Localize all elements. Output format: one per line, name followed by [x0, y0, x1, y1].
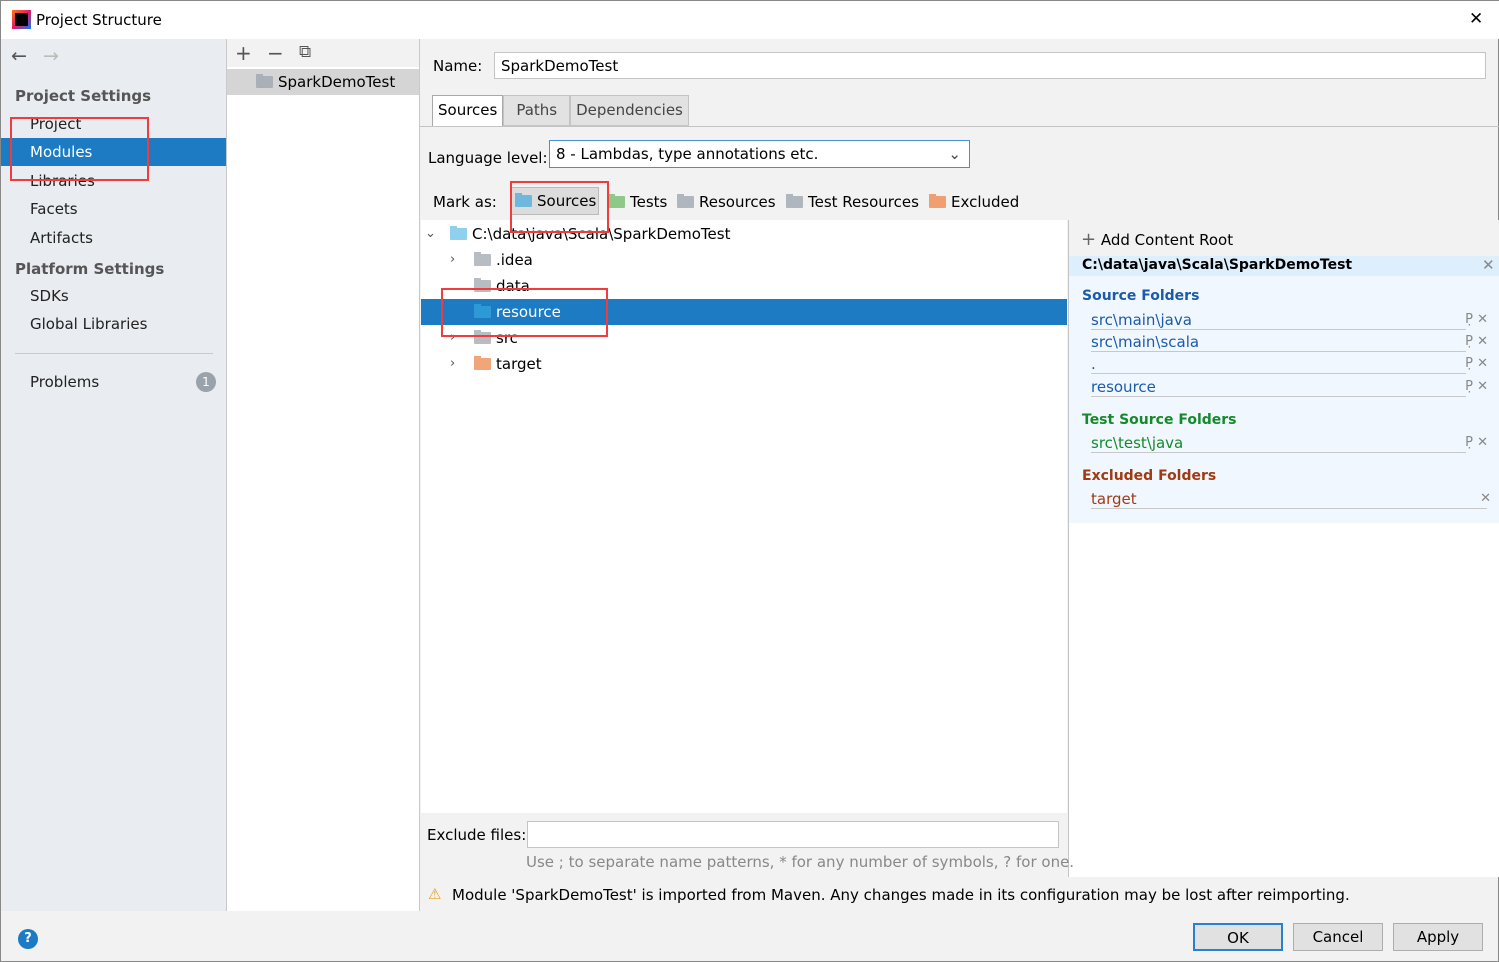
folder-icon	[474, 278, 491, 292]
mark-as-label: Mark as:	[433, 193, 497, 211]
tests-folder-icon	[608, 194, 625, 208]
tree-node-idea[interactable]: › .idea	[421, 247, 1067, 273]
folder-icon	[474, 330, 491, 344]
test-resources-folder-icon	[786, 194, 803, 208]
project-settings-heading: Project Settings	[15, 87, 152, 105]
source-folder-item[interactable]: src\main\scala P̣ ✕	[1091, 332, 1488, 352]
add-content-root-button[interactable]: + Add Content Root	[1081, 229, 1233, 250]
language-level-select[interactable]: 8 - Lambdas, type annotations etc. ⌄	[549, 140, 970, 168]
name-label: Name:	[433, 57, 483, 75]
tab-divider	[420, 126, 1499, 127]
remove-root-icon[interactable]: ✕	[1482, 256, 1495, 274]
folder-icon	[450, 226, 467, 240]
window-title: Project Structure	[36, 11, 162, 29]
close-icon[interactable]: ✕	[1469, 9, 1483, 29]
title-bar: Project Structure ✕	[1, 1, 1499, 39]
tab-sources[interactable]: Sources	[432, 95, 504, 126]
sidebar-item-libraries[interactable]: Libraries	[1, 167, 226, 195]
tree-node-data[interactable]: data	[421, 273, 1067, 299]
sidebar-item-global-libraries[interactable]: Global Libraries	[1, 310, 226, 338]
platform-settings-heading: Platform Settings	[15, 260, 165, 278]
mark-excluded-button[interactable]: Excluded	[929, 193, 1019, 211]
chevron-down-icon: ⌄	[948, 145, 961, 163]
maven-warning: Module 'SparkDemoTest' is imported from …	[452, 886, 1350, 904]
module-label: SparkDemoTest	[278, 73, 396, 91]
cancel-button[interactable]: Cancel	[1293, 923, 1383, 951]
folder-icon	[474, 356, 491, 370]
sidebar-item-facets[interactable]: Facets	[1, 195, 226, 223]
module-item[interactable]: SparkDemoTest	[227, 69, 419, 95]
sidebar-item-project[interactable]: Project	[1, 110, 226, 138]
mark-test-resources-button[interactable]: Test Resources	[786, 193, 919, 211]
folder-tree: ⌄ C:\data\java\Scala\SparkDemoTest › .idea…	[421, 220, 1067, 813]
resources-folder-icon	[677, 194, 694, 208]
remove-icon[interactable]: −	[267, 41, 284, 65]
folder-icon	[474, 304, 491, 318]
divider	[15, 353, 213, 354]
sidebar-item-modules[interactable]: Modules	[1, 138, 226, 166]
source-folder-item[interactable]: resource P̣ ✕	[1091, 377, 1488, 397]
exclude-files-input[interactable]	[527, 821, 1059, 848]
tree-node-src[interactable]: › src	[421, 325, 1067, 351]
mark-resources-button[interactable]: Resources	[677, 193, 776, 211]
help-icon[interactable]: ?	[18, 929, 38, 949]
source-folder-item[interactable]: . P̣ ✕	[1091, 354, 1488, 374]
module-folder-icon	[256, 74, 273, 88]
tree-node-target[interactable]: › target	[421, 351, 1067, 377]
tabs: Sources Paths Dependencies	[432, 95, 689, 126]
plus-icon: +	[1081, 229, 1097, 250]
sidebar: ← → Project Settings Project Modules Lib…	[1, 39, 227, 911]
modules-list-panel: + − ⧉ SparkDemoTest	[227, 39, 420, 911]
content-root-path: C:\data\java\Scala\SparkDemoTest	[1082, 257, 1353, 273]
modules-toolbar: + − ⧉	[227, 39, 419, 67]
tab-dependencies[interactable]: Dependencies	[570, 95, 689, 126]
test-folder-item[interactable]: src\test\java P̣ ✕	[1091, 433, 1488, 453]
exclude-files-label: Exclude files:	[427, 826, 527, 844]
source-folder-item[interactable]: src\main\java P̣ ✕	[1091, 310, 1488, 330]
name-input[interactable]	[494, 52, 1486, 79]
apply-button[interactable]: Apply	[1393, 923, 1483, 951]
sources-folder-icon	[515, 193, 532, 207]
warning-icon: ⚠	[428, 885, 442, 903]
mark-tests-button[interactable]: Tests	[608, 193, 667, 211]
forward-icon[interactable]: →	[43, 45, 59, 67]
mark-sources-button[interactable]: Sources	[511, 187, 599, 215]
copy-icon[interactable]: ⧉	[299, 42, 311, 62]
tree-node-root[interactable]: ⌄ C:\data\java\Scala\SparkDemoTest	[421, 221, 1067, 247]
excluded-folders-heading: Excluded Folders	[1082, 468, 1217, 484]
module-settings: Name: Sources Paths Dependencies Languag…	[420, 39, 1499, 911]
ok-button[interactable]: OK	[1193, 923, 1283, 951]
source-folders-heading: Source Folders	[1082, 288, 1200, 304]
problems-count-badge: 1	[196, 372, 216, 392]
excluded-folder-icon	[929, 194, 946, 208]
test-source-folders-heading: Test Source Folders	[1082, 412, 1237, 428]
sidebar-item-sdks[interactable]: SDKs	[1, 282, 226, 310]
language-level-label: Language level:	[428, 149, 548, 167]
excluded-folder-item[interactable]: target ✕	[1091, 489, 1491, 509]
tab-paths[interactable]: Paths	[503, 95, 571, 126]
content-root-panel: + Add Content Root C:\data\java\Scala\Sp…	[1068, 220, 1499, 877]
back-icon[interactable]: ←	[11, 45, 27, 67]
exclude-files-hint: Use ; to separate name patterns, * for a…	[526, 853, 1075, 871]
language-level-value: 8 - Lambdas, type annotations etc.	[556, 145, 819, 163]
add-icon[interactable]: +	[235, 41, 252, 65]
intellij-logo-icon	[12, 10, 31, 29]
sidebar-item-problems[interactable]: Problems	[1, 368, 226, 396]
folder-icon	[474, 252, 491, 266]
sidebar-item-artifacts[interactable]: Artifacts	[1, 224, 226, 252]
tree-node-resource[interactable]: resource	[421, 299, 1067, 325]
